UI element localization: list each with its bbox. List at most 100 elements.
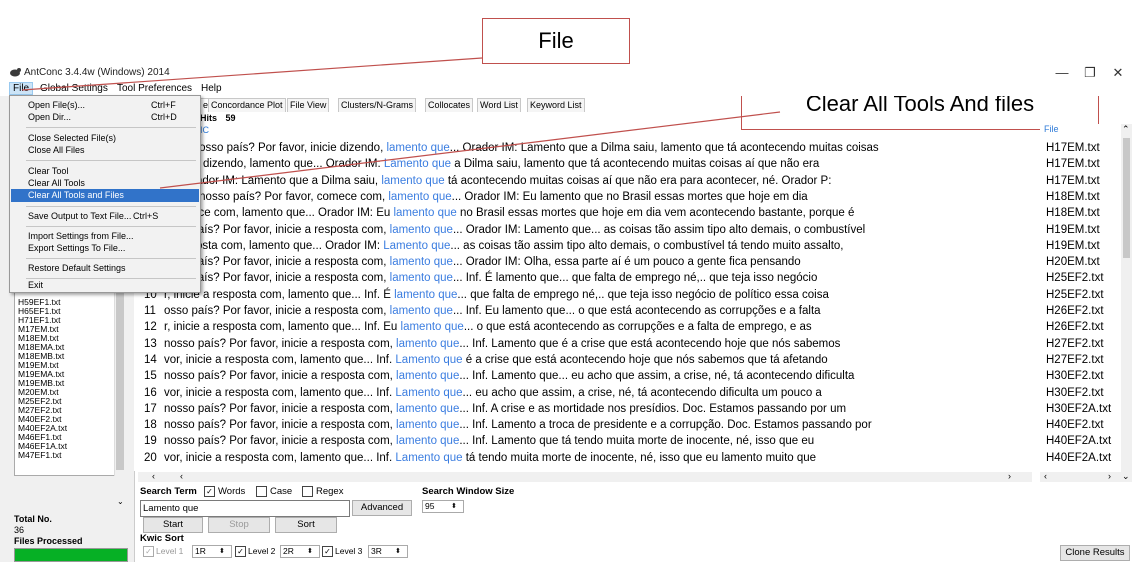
concordance-row[interactable]: 20 vor, inicie a resposta com, lamento qu… (134, 450, 1034, 467)
keyword-hit[interactable]: lamento que (390, 272, 453, 284)
keyword-hit[interactable]: Lamento que (383, 240, 450, 252)
keyword-hit[interactable]: lamento que (401, 321, 464, 333)
search-term-input[interactable] (140, 500, 350, 517)
tab-keyword-list[interactable]: Keyword List (527, 98, 585, 112)
close-button[interactable]: ✕ (1104, 64, 1132, 82)
menu-exit[interactable]: Exit (11, 279, 199, 292)
keyword-hit[interactable]: Lamento que (384, 158, 451, 170)
keyword-hit[interactable]: lamento que (396, 370, 459, 382)
concordance-results[interactable]: o em nosso país? Por favor, inicie dizen… (134, 135, 1034, 471)
concordance-row[interactable]: 12 r, inicie a resposta com, lamento que.… (134, 319, 1034, 336)
concordance-row[interactable]: e... Orador IM: Lamento que a Dilma saiu… (134, 173, 1034, 190)
concordance-row[interactable]: 16 vor, inicie a resposta com, lamento qu… (134, 385, 1034, 402)
row-file-name[interactable]: H26EF2.txt (1046, 319, 1104, 336)
chevron-down-icon[interactable]: ⌄ (1122, 471, 1130, 482)
chevron-left-icon[interactable]: ‹ (180, 471, 183, 481)
spinner-arrows-icon[interactable]: ⬍ (307, 546, 313, 557)
row-file-name[interactable]: H17EM.txt (1046, 173, 1100, 190)
level3-checkbox[interactable]: ✓ (322, 546, 333, 557)
concordance-row[interactable]: do em nosso país? Por favor, comece com,… (134, 189, 1034, 206)
clone-results-button[interactable]: Clone Results (1060, 545, 1130, 561)
sort-button[interactable]: Sort (275, 517, 337, 533)
concordance-row[interactable]: , comece com, lamento que... Orador IM: … (134, 205, 1034, 222)
concordance-row[interactable]: osso país? Por favor, inicie a resposta … (134, 222, 1034, 239)
concordance-row[interactable]: o em nosso país? Por favor, inicie dizen… (134, 140, 1034, 157)
level3-spinner[interactable]: 3R ⬍ (368, 545, 408, 558)
concordance-row[interactable]: 13 nosso país? Por favor, inicie a respos… (134, 336, 1034, 353)
concordance-row[interactable]: 17 nosso país? Por favor, inicie a respos… (134, 401, 1034, 418)
keyword-hit[interactable]: lamento que (381, 175, 444, 187)
menu-export-settings[interactable]: Export Settings To File... (11, 242, 199, 255)
row-file-name[interactable]: H25EF2.txt (1046, 287, 1104, 304)
concordance-row[interactable]: 18 nosso país? Por favor, inicie a respos… (134, 417, 1034, 434)
tab-collocates[interactable]: Collocates (425, 98, 474, 112)
restore-button[interactable]: ❐ (1076, 64, 1104, 82)
row-file-name[interactable]: H17EM.txt (1046, 156, 1100, 173)
chevron-right-icon[interactable]: › (1108, 471, 1111, 481)
kwic-horizontal-scrollbar[interactable]: ‹ ‹ › (138, 471, 1032, 482)
results-vertical-scrollbar[interactable]: ⌃ (1121, 124, 1132, 472)
keyword-hit[interactable]: lamento que (396, 435, 459, 447)
spinner-arrows-icon[interactable]: ⬍ (451, 501, 457, 512)
menu-file[interactable]: File (9, 82, 34, 95)
menu-save-output[interactable]: Save Output to Text File... Ctrl+S (11, 210, 199, 223)
level2-spinner[interactable]: 2R ⬍ (280, 545, 320, 558)
row-file-name[interactable]: H19EM.txt (1046, 238, 1100, 255)
case-checkbox[interactable] (256, 486, 267, 497)
level1-spinner[interactable]: 1R ⬍ (192, 545, 232, 558)
level1-checkbox[interactable]: ✓ (143, 546, 154, 557)
keyword-hit[interactable]: lamento que (393, 207, 456, 219)
menu-close-all-files[interactable]: Close All Files (11, 144, 199, 157)
keyword-hit[interactable]: lamento que (396, 419, 459, 431)
row-file-name[interactable]: H18EM.txt (1046, 205, 1100, 222)
keyword-hit[interactable]: lamento que (390, 224, 453, 236)
spinner-arrows-icon[interactable]: ⬍ (395, 546, 401, 557)
keyword-hit[interactable]: lamento que (390, 305, 453, 317)
keyword-hit[interactable]: Lamento que (395, 452, 462, 464)
row-file-name[interactable]: H40EF2.txt (1046, 417, 1104, 434)
row-file-name[interactable]: H30EF2.txt (1046, 368, 1104, 385)
row-file-name[interactable]: H18EM.txt (1046, 189, 1100, 206)
keyword-hit[interactable]: lamento que (390, 256, 453, 268)
chevron-left-icon[interactable]: ‹ (1044, 471, 1047, 481)
tab-file-view[interactable]: File View (287, 98, 330, 112)
row-file-name[interactable]: H19EM.txt (1046, 222, 1100, 239)
concordance-row[interactable]: a resposta com, lamento que... Orador IM… (134, 238, 1034, 255)
row-file-name[interactable]: H30EF2.txt (1046, 385, 1104, 402)
stop-button[interactable]: Stop (208, 517, 270, 533)
keyword-hit[interactable]: lamento que (386, 142, 449, 154)
spinner-arrows-icon[interactable]: ⬍ (219, 546, 225, 557)
tab-concordance-plot[interactable]: Concordance Plot (208, 98, 286, 112)
concordance-row[interactable]: 14 vor, inicie a resposta com, lamento qu… (134, 352, 1034, 369)
results-scroll-thumb[interactable] (1123, 138, 1130, 258)
keyword-hit[interactable]: Lamento que (395, 387, 462, 399)
concordance-row[interactable]: r, inicie dizendo, lamento que... Orador… (134, 156, 1034, 173)
row-file-name[interactable]: H40EF2A.txt (1046, 433, 1111, 450)
menu-open-dir[interactable]: Open Dir... Ctrl+D (11, 111, 199, 124)
concordance-row[interactable]: osso país? Por favor, inicie a resposta … (134, 254, 1034, 271)
row-file-name[interactable]: H30EF2A.txt (1046, 401, 1111, 418)
file-horizontal-scrollbar[interactable]: ‹ › ⌄ (1040, 471, 1132, 482)
keyword-hit[interactable]: lamento que (394, 289, 457, 301)
row-file-name[interactable]: H40EF2A.txt (1046, 450, 1111, 467)
concordance-row[interactable]: osso país? Por favor, inicie a resposta … (134, 270, 1034, 287)
regex-checkbox[interactable] (302, 486, 313, 497)
chevron-right-icon[interactable]: › (1008, 471, 1011, 481)
menu-help[interactable]: Help (198, 83, 225, 94)
chevron-down-icon[interactable]: ⌄ (117, 497, 124, 506)
menu-clear-all-tools-and-files[interactable]: Clear All Tools and Files (11, 189, 199, 202)
concordance-row[interactable]: 10 r, inicie a resposta com, lamento que.… (134, 287, 1034, 304)
scroll-up-icon[interactable]: ⌃ (1122, 124, 1130, 135)
row-file-name[interactable]: H20EM.txt (1046, 254, 1100, 271)
tab-clusters[interactable]: Clusters/N-Grams (338, 98, 417, 112)
keyword-hit[interactable]: Lamento que (395, 354, 462, 366)
concordance-row[interactable]: 11 osso país? Por favor, inicie a respost… (134, 303, 1034, 320)
menu-global-settings[interactable]: Global Settings (37, 83, 111, 94)
level2-checkbox[interactable]: ✓ (235, 546, 246, 557)
menu-restore-default-settings[interactable]: Restore Default Settings (11, 262, 199, 275)
tab-word-list[interactable]: Word List (477, 98, 521, 112)
row-file-name[interactable]: H17EM.txt (1046, 140, 1100, 157)
menu-tool-preferences[interactable]: Tool Preferences (114, 83, 195, 94)
chevron-left-icon[interactable]: ‹ (152, 471, 155, 481)
minimize-button[interactable]: — (1048, 64, 1076, 82)
